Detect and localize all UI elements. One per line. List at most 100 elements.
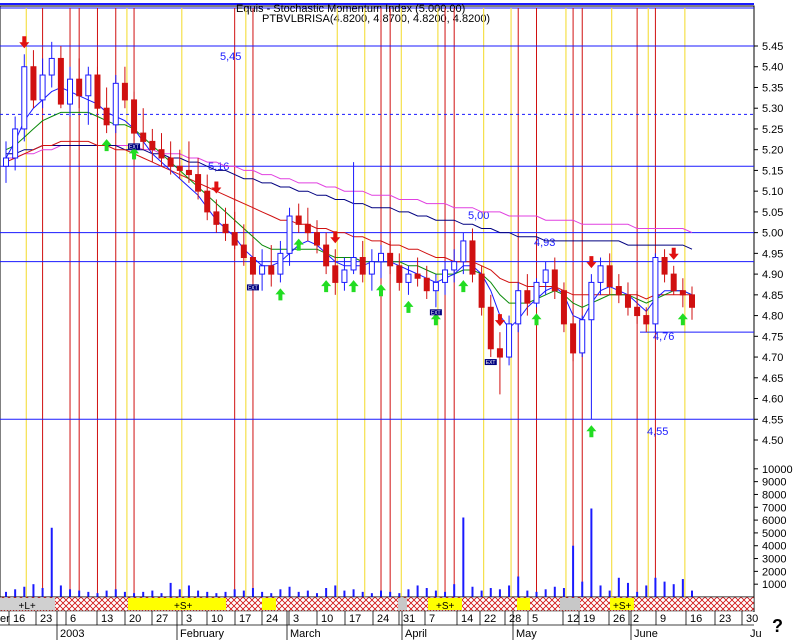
strip-segment: [517, 598, 530, 610]
level-label: 4,76: [653, 331, 674, 343]
date-tick-label: 14: [461, 613, 473, 625]
level-label: 5,45: [220, 51, 241, 63]
candle-body: [67, 78, 74, 105]
strip-segment: [128, 598, 140, 610]
date-tick-label: 3: [186, 613, 192, 625]
price-tick-label: 4.55: [762, 414, 783, 426]
sma_slow-line: [5, 140, 692, 300]
date-tick-label: 12: [567, 613, 579, 625]
candle-body: [39, 74, 46, 101]
header-ohlc: PTBVLBRISA(4.8200, 4.8700, 4.8200, 4.820…: [262, 13, 490, 25]
candle-body: [167, 157, 174, 167]
date-tick-label: 20: [129, 613, 141, 625]
price-tick-label: 5.45: [762, 41, 783, 53]
level-label: 4,55: [647, 426, 668, 438]
date-tick-label: 23: [40, 613, 52, 625]
price-tick-label: 5.40: [762, 62, 783, 74]
month-label: June: [634, 628, 658, 640]
candle-body: [487, 306, 494, 350]
date-tick-label: 16: [690, 613, 702, 625]
candle-body: [624, 294, 631, 308]
strip-segment: [398, 598, 407, 610]
candle-body: [222, 223, 229, 234]
candle-body: [295, 215, 302, 225]
sma_long2-line: [6, 145, 693, 234]
volume-tick-label: 4000: [762, 541, 786, 553]
candle-body: [634, 306, 641, 317]
exit-label: EXT: [129, 144, 139, 150]
date-tick-label: 7: [429, 613, 435, 625]
signal-strip: +L+ +S+ +S+ +S+: [0, 596, 755, 612]
candle-body: [195, 174, 202, 192]
date-axis: 16 23 6 13 20 27 3 10 17 24 3 10 17 24 31 7 14 22 28 5 12 19 2…: [0, 611, 762, 640]
candles: [3, 41, 695, 420]
date-tick-label: 3: [293, 613, 299, 625]
volume-tick-label: 9000: [762, 477, 786, 489]
volume-tick-label: 2000: [762, 566, 786, 578]
candle-body: [268, 265, 275, 275]
candle-body: [94, 74, 101, 109]
strip-segment: [262, 598, 276, 610]
candle-body: [149, 140, 156, 151]
strip-label: +S+: [174, 601, 193, 612]
strip-label: +S+: [613, 601, 632, 612]
sell-arrow: [668, 247, 679, 260]
candle-body: [231, 232, 238, 246]
price-tick-label: 5.15: [762, 165, 783, 177]
month-label: February: [180, 628, 225, 640]
candle-body: [359, 257, 366, 275]
price-tick-label: 4.80: [762, 311, 783, 323]
date-tick-label: 24: [377, 613, 389, 625]
candle-body: [85, 74, 92, 97]
sell-arrow: [494, 314, 505, 327]
candle-body: [460, 240, 467, 263]
candle-body: [414, 273, 421, 279]
volume-tick-label: 3000: [762, 554, 786, 566]
price-tick-label: 4.95: [762, 248, 783, 260]
date-tick-label: 28: [509, 613, 521, 625]
exit-label: EXT: [248, 285, 258, 291]
candle-body: [661, 257, 668, 275]
buy-arrow: [348, 280, 359, 293]
candle-body: [515, 290, 522, 325]
candle-body: [341, 269, 348, 283]
candle-body: [213, 211, 220, 225]
candle-body: [643, 315, 650, 325]
volume-tick-label: 5000: [762, 528, 786, 540]
date-tick-label: 31: [403, 613, 415, 625]
buy-arrow: [275, 288, 286, 301]
date-tick-label: 30: [746, 613, 758, 625]
candle-body: [176, 165, 183, 171]
price-tick-label: 5.20: [762, 145, 783, 157]
candle-body: [542, 269, 549, 283]
level-label: 4,93: [534, 237, 555, 249]
candle-body: [140, 132, 147, 142]
date-tick-label: 10: [321, 613, 333, 625]
candle-body: [405, 273, 412, 283]
candle-body: [533, 281, 540, 304]
help-icon[interactable]: ?: [772, 616, 783, 637]
candle-body: [323, 244, 330, 267]
date-tick-label: 24: [266, 613, 278, 625]
price-tick-label: 4.50: [762, 435, 783, 447]
date-tick-label: 6: [70, 613, 76, 625]
candle-body: [560, 290, 567, 325]
buy-arrow: [403, 300, 414, 313]
date-tick-label: 23: [719, 613, 731, 625]
sma_long1-line: [6, 145, 693, 250]
volume-tick-label: 7000: [762, 502, 786, 514]
candle-body: [368, 261, 375, 275]
candle-body: [350, 257, 357, 271]
date-tick-label: 16: [13, 613, 25, 625]
price-tick-label: 4.90: [762, 269, 783, 281]
candle-body: [313, 232, 320, 246]
candle-body: [121, 82, 128, 101]
price-tick-label: 4.75: [762, 331, 783, 343]
candle-body: [524, 290, 531, 304]
candle-body: [240, 244, 247, 259]
strip-label: +S+: [436, 601, 455, 612]
left-cut-label: er: [0, 613, 10, 625]
volume-tick-label: 8000: [762, 489, 786, 501]
strip-label: +L+: [19, 601, 36, 612]
date-tick-label: 10: [211, 613, 223, 625]
